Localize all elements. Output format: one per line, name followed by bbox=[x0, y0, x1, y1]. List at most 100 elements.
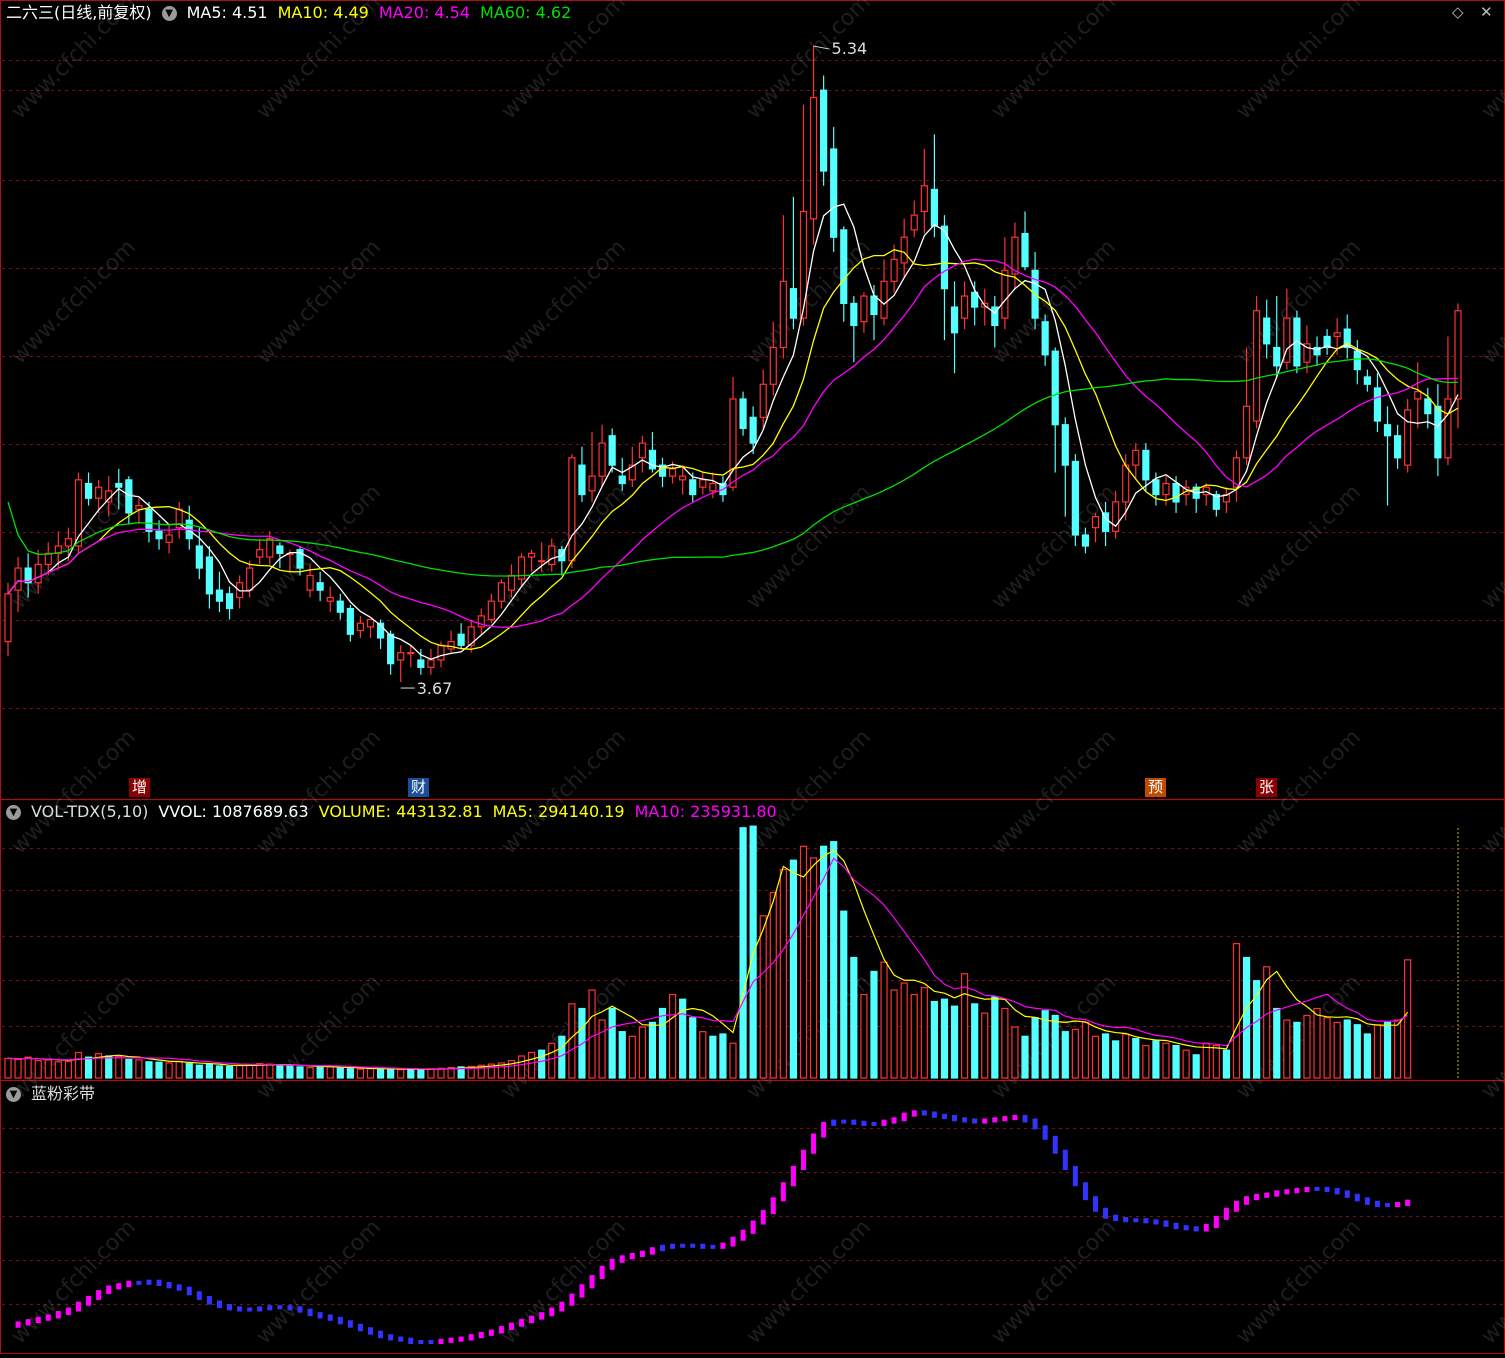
volume-bar bbox=[890, 989, 898, 1079]
candle bbox=[910, 200, 918, 238]
volume-bar bbox=[316, 1065, 324, 1079]
volume-bar bbox=[548, 1042, 556, 1079]
band-segment bbox=[1284, 1189, 1290, 1195]
candle-body bbox=[316, 582, 324, 591]
candle bbox=[830, 126, 838, 252]
event-tag-yu[interactable]: 预 bbox=[1145, 778, 1167, 797]
volume-bar bbox=[840, 910, 848, 1079]
volume-bar bbox=[1283, 1019, 1291, 1079]
close-icon[interactable]: ✕ bbox=[1480, 3, 1493, 21]
band-segment bbox=[1274, 1190, 1280, 1197]
event-tag-zeng[interactable]: 增 bbox=[129, 778, 151, 797]
volume-bar bbox=[870, 970, 878, 1079]
candle bbox=[1212, 490, 1220, 517]
band-segment bbox=[529, 1315, 535, 1324]
candle-body bbox=[699, 479, 707, 488]
low-price-label: 3.67 bbox=[417, 679, 453, 698]
volume-bar bbox=[1001, 1007, 1009, 1079]
volume-bar bbox=[286, 1064, 294, 1079]
candle-body bbox=[920, 185, 928, 213]
band-segment bbox=[196, 1291, 202, 1300]
candle bbox=[276, 542, 284, 569]
band-segment bbox=[428, 1340, 434, 1344]
candle bbox=[235, 575, 244, 609]
vol-ma10-label: MA10: 235931.80 bbox=[634, 802, 777, 821]
volume-bar bbox=[638, 1026, 646, 1079]
band-segment bbox=[1264, 1192, 1270, 1198]
band-layer bbox=[15, 1110, 1411, 1344]
candle-body bbox=[1132, 449, 1140, 466]
candle bbox=[1001, 237, 1009, 330]
volume-bar bbox=[779, 868, 787, 1079]
volume-bar bbox=[44, 1059, 52, 1079]
volume-bar bbox=[215, 1065, 224, 1079]
candle-body bbox=[195, 545, 203, 569]
band-menu-icon[interactable]: ▼ bbox=[6, 1086, 21, 1102]
band-segment bbox=[176, 1284, 182, 1291]
volume-bar bbox=[1142, 1044, 1150, 1079]
watermark-text: www.cfchi.com bbox=[1232, 0, 1366, 124]
volume-bar bbox=[1112, 1040, 1120, 1079]
volume-label: VOLUME: 443132.81 bbox=[318, 802, 483, 821]
candle bbox=[799, 104, 808, 326]
settings-circle-icon[interactable]: ▼ bbox=[161, 5, 177, 21]
band-segment bbox=[710, 1244, 716, 1249]
volume-bar bbox=[517, 1055, 526, 1079]
band-segment bbox=[1324, 1186, 1330, 1193]
volume-bar bbox=[709, 1035, 717, 1079]
volume-bar bbox=[618, 1031, 626, 1079]
band-segment bbox=[478, 1331, 484, 1339]
volume-bar bbox=[759, 915, 767, 1079]
diamond-icon[interactable]: ◇ bbox=[1452, 3, 1464, 21]
candle-body bbox=[668, 468, 677, 477]
candle bbox=[346, 604, 354, 642]
band-segment bbox=[871, 1121, 877, 1126]
volume-bar bbox=[296, 1066, 304, 1079]
band-segment bbox=[227, 1304, 233, 1311]
band-segment bbox=[1143, 1218, 1149, 1224]
candle-body bbox=[497, 582, 506, 602]
candle-body bbox=[276, 545, 284, 554]
candle-body bbox=[950, 306, 959, 334]
volume-menu-icon[interactable]: ▼ bbox=[6, 804, 21, 820]
band-segment bbox=[941, 1113, 947, 1119]
candle bbox=[1373, 373, 1382, 433]
volume-bar bbox=[1222, 1049, 1231, 1079]
band-segment bbox=[55, 1311, 61, 1319]
band-segment bbox=[1133, 1218, 1139, 1223]
watermark-text: www.cfchi.com bbox=[987, 725, 1121, 859]
watermark-text: www.cfchi.com bbox=[252, 725, 386, 859]
candle bbox=[1313, 336, 1321, 366]
candle-body bbox=[437, 644, 445, 661]
candle-body bbox=[689, 479, 697, 496]
event-tag-zhang[interactable]: 张 bbox=[1256, 778, 1278, 797]
volume-bar bbox=[1172, 1044, 1180, 1079]
candle bbox=[648, 432, 657, 473]
candle-body bbox=[779, 280, 787, 349]
volume-bar bbox=[820, 845, 828, 1079]
volume-bar bbox=[366, 1068, 375, 1079]
candle bbox=[1363, 369, 1371, 392]
candle-body bbox=[840, 229, 848, 304]
candle bbox=[1343, 314, 1351, 359]
volume-bar bbox=[165, 1062, 173, 1079]
candle-body bbox=[860, 295, 868, 323]
event-tag-cai[interactable]: 财 bbox=[408, 778, 430, 797]
candle bbox=[467, 619, 475, 653]
candle-body bbox=[890, 258, 898, 282]
candle bbox=[175, 501, 183, 539]
band-segment bbox=[599, 1265, 605, 1280]
band-segment bbox=[45, 1314, 51, 1321]
band-segment bbox=[297, 1306, 303, 1313]
candle bbox=[407, 645, 415, 668]
volume-bar bbox=[930, 1000, 938, 1079]
candle-body bbox=[457, 633, 465, 646]
stock-chart[interactable]: www.cfchi.com www.cfchi.com www.cfchi.com w… bbox=[0, 0, 1505, 1354]
band-segment bbox=[1254, 1193, 1260, 1201]
volume-bar bbox=[326, 1066, 334, 1079]
watermark-text: www.cfchi.com bbox=[1232, 1215, 1366, 1349]
vol-name: VOL-TDX(5,10) bbox=[31, 802, 149, 821]
band-segment bbox=[388, 1334, 394, 1341]
candle-body bbox=[135, 504, 143, 510]
band-segment bbox=[25, 1319, 31, 1326]
